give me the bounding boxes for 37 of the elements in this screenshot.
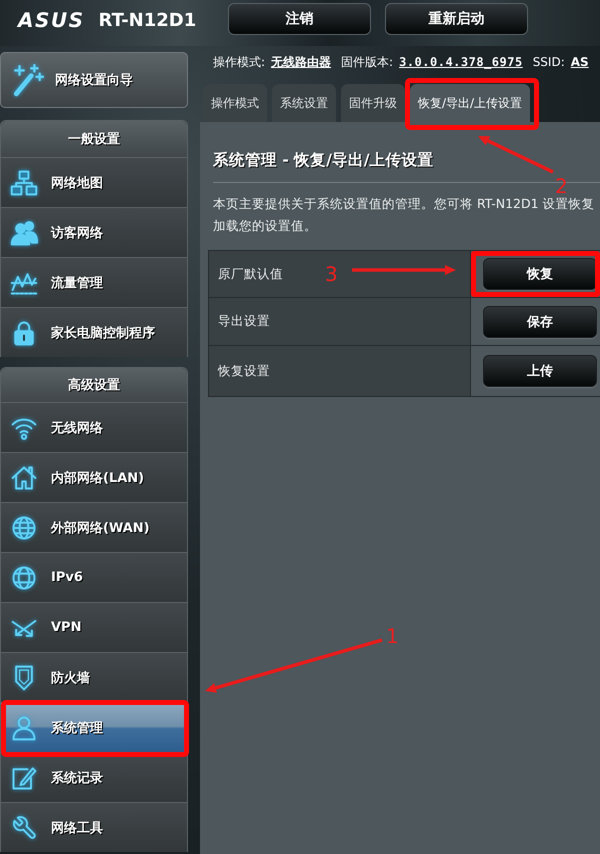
model-name: RT-N12D1 (98, 10, 196, 30)
description-text: 加载您的设置值。 (213, 217, 317, 235)
status-link[interactable]: 无线路由器 (271, 54, 332, 70)
tab[interactable]: 固件升级 (341, 84, 405, 122)
status-label: 固件版本: (341, 54, 394, 70)
header-button[interactable]: 重新启动 (385, 3, 528, 35)
status-link[interactable]: AS (570, 55, 589, 69)
sidebar-item[interactable]: 系统管理 (1, 702, 187, 752)
people-icon (10, 218, 38, 246)
tab[interactable]: 操作模式 (203, 84, 267, 122)
network-map-icon (10, 168, 38, 196)
tab[interactable]: 恢复/导出/上传设置 (410, 84, 530, 122)
action-button[interactable]: 恢复 (483, 258, 597, 290)
table-cell: 恢复设置 (209, 346, 470, 396)
wrench-icon (10, 814, 38, 842)
action-button[interactable]: 上传 (483, 355, 597, 387)
status-link[interactable]: 3.0.0.4.378_6975 (399, 55, 523, 69)
table-cell: 导出设置 (209, 298, 470, 345)
house-icon (10, 464, 38, 492)
person-icon (10, 714, 38, 742)
globe-icon (10, 564, 38, 592)
callout-number: 2 (555, 174, 568, 198)
page-title: 系统管理 - 恢复/导出/上传设置 (213, 150, 434, 171)
magic-wand-icon (11, 63, 45, 97)
globe-icon (10, 514, 38, 542)
section-title: 一般设置 (1, 121, 187, 157)
action-button[interactable]: 保存 (483, 306, 597, 338)
tab[interactable]: 系统设置 (272, 84, 336, 122)
callout-number: 1 (386, 624, 399, 648)
callout-number: 3 (325, 262, 338, 286)
header-button[interactable]: 注销 (228, 3, 371, 35)
setup-wizard-button[interactable]: 网络设置向导 (0, 52, 188, 108)
brand-logo: ASUS (18, 8, 85, 32)
status-label: SSID: (532, 55, 565, 69)
section-title: 高级设置 (1, 368, 187, 402)
status-label: 操作模式: (213, 54, 266, 70)
description-text: 本页主要提供关于系统设置值的管理。您可将 RT-N12D1 设置恢复 (213, 195, 595, 213)
